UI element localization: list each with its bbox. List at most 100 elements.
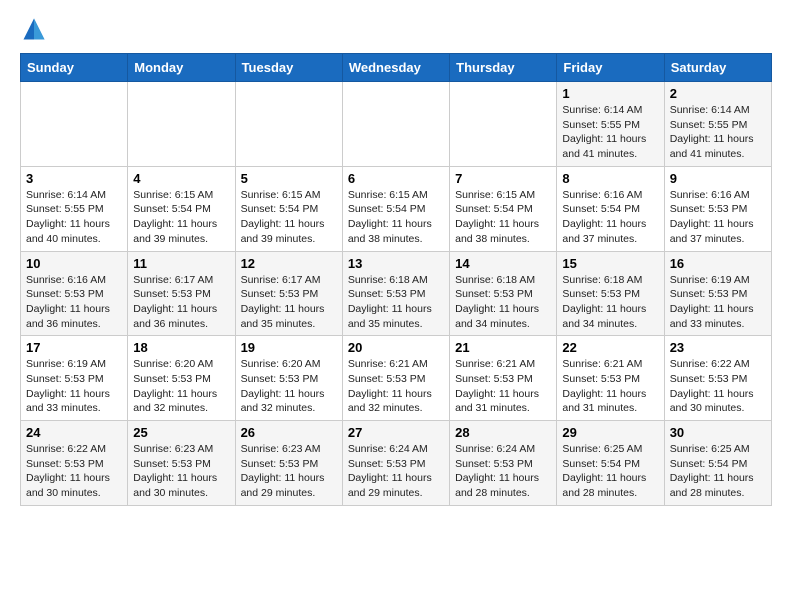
day-info: Sunrise: 6:15 AM Sunset: 5:54 PM Dayligh… xyxy=(133,188,229,247)
calendar-cell: 4 Sunrise: 6:15 AM Sunset: 5:54 PM Daylig… xyxy=(128,166,235,251)
calendar-header-row: SundayMondayTuesdayWednesdayThursdayFrid… xyxy=(21,54,772,82)
calendar-cell: 25Sunrise: 6:23 AM Sunset: 5:53 PM Dayli… xyxy=(128,421,235,506)
calendar-cell: 15 Sunrise: 6:18 AM Sunset: 5:53 PM Dayli… xyxy=(557,251,664,336)
day-number: 15 xyxy=(562,256,658,271)
day-number: 9 xyxy=(670,171,766,186)
day-info: Sunrise: 6:21 AM Sunset: 5:53 PM Dayligh… xyxy=(562,357,658,416)
day-number: 14 xyxy=(455,256,551,271)
day-info: Sunrise: 6:14 AM Sunset: 5:55 PM Dayligh… xyxy=(26,188,122,247)
day-info: Sunrise: 6:20 AM Sunset: 5:53 PM Dayligh… xyxy=(133,357,229,416)
calendar-cell: 18 Sunrise: 6:20 AM Sunset: 5:53 PM Dayli… xyxy=(128,336,235,421)
day-number: 30 xyxy=(670,425,766,440)
day-number: 12 xyxy=(241,256,337,271)
day-number: 5 xyxy=(241,171,337,186)
day-number: 18 xyxy=(133,340,229,355)
day-number: 27 xyxy=(348,425,444,440)
day-number: 4 xyxy=(133,171,229,186)
calendar-cell: 23 Sunrise: 6:22 AM Sunset: 5:53 PM Dayli… xyxy=(664,336,771,421)
calendar-cell: 9 Sunrise: 6:16 AM Sunset: 5:53 PM Daylig… xyxy=(664,166,771,251)
day-number: 13 xyxy=(348,256,444,271)
day-info: Sunrise: 6:21 AM Sunset: 5:53 PM Dayligh… xyxy=(348,357,444,416)
calendar-cell: 29 Sunrise: 6:25 AM Sunset: 5:54 PM Dayli… xyxy=(557,421,664,506)
day-info: Sunrise: 6:15 AM Sunset: 5:54 PM Dayligh… xyxy=(455,188,551,247)
calendar-cell: 11 Sunrise: 6:17 AM Sunset: 5:53 PM Dayli… xyxy=(128,251,235,336)
day-number: 26 xyxy=(241,425,337,440)
day-number: 24 xyxy=(26,425,122,440)
calendar-cell: 10 Sunrise: 6:16 AM Sunset: 5:53 PM Dayli… xyxy=(21,251,128,336)
calendar-cell: 26 Sunrise: 6:23 AM Sunset: 5:53 PM Dayli… xyxy=(235,421,342,506)
day-number: 16 xyxy=(670,256,766,271)
day-number: 22 xyxy=(562,340,658,355)
calendar-cell: 5 Sunrise: 6:15 AM Sunset: 5:54 PM Daylig… xyxy=(235,166,342,251)
logo xyxy=(20,15,52,43)
day-info: Sunrise: 6:19 AM Sunset: 5:53 PM Dayligh… xyxy=(670,273,766,332)
weekday-header: Friday xyxy=(557,54,664,82)
weekday-header: Sunday xyxy=(21,54,128,82)
calendar-table: SundayMondayTuesdayWednesdayThursdayFrid… xyxy=(20,53,772,506)
day-number: 29 xyxy=(562,425,658,440)
calendar-cell: 21 Sunrise: 6:21 AM Sunset: 5:53 PM Dayli… xyxy=(450,336,557,421)
day-info: Sunrise: 6:25 AM Sunset: 5:54 PM Dayligh… xyxy=(562,442,658,501)
weekday-header: Saturday xyxy=(664,54,771,82)
day-info: Sunrise: 6:25 AM Sunset: 5:54 PM Dayligh… xyxy=(670,442,766,501)
day-info: Sunrise: 6:16 AM Sunset: 5:53 PM Dayligh… xyxy=(670,188,766,247)
day-number: 10 xyxy=(26,256,122,271)
calendar-cell: 27 Sunrise: 6:24 AM Sunset: 5:53 PM Dayli… xyxy=(342,421,449,506)
day-info: Sunrise: 6:24 AM Sunset: 5:53 PM Dayligh… xyxy=(455,442,551,501)
calendar-cell: 3 Sunrise: 6:14 AM Sunset: 5:55 PM Daylig… xyxy=(21,166,128,251)
weekday-header: Thursday xyxy=(450,54,557,82)
day-number: 8 xyxy=(562,171,658,186)
day-info: Sunrise: 6:24 AM Sunset: 5:53 PM Dayligh… xyxy=(348,442,444,501)
day-info: Sunrise: 6:21 AM Sunset: 5:53 PM Dayligh… xyxy=(455,357,551,416)
calendar-cell: 22 Sunrise: 6:21 AM Sunset: 5:53 PM Dayli… xyxy=(557,336,664,421)
day-info: Sunrise: 6:16 AM Sunset: 5:54 PM Dayligh… xyxy=(562,188,658,247)
calendar-cell: 8 Sunrise: 6:16 AM Sunset: 5:54 PM Daylig… xyxy=(557,166,664,251)
calendar-cell: 13 Sunrise: 6:18 AM Sunset: 5:53 PM Dayli… xyxy=(342,251,449,336)
calendar-cell xyxy=(21,82,128,167)
day-info: Sunrise: 6:22 AM Sunset: 5:53 PM Dayligh… xyxy=(670,357,766,416)
day-number: 20 xyxy=(348,340,444,355)
day-number: 17 xyxy=(26,340,122,355)
day-number: 23 xyxy=(670,340,766,355)
calendar-cell: 1Sunrise: 6:14 AM Sunset: 5:55 PM Daylig… xyxy=(557,82,664,167)
day-info: Sunrise: 6:18 AM Sunset: 5:53 PM Dayligh… xyxy=(562,273,658,332)
calendar-cell: 30 Sunrise: 6:25 AM Sunset: 5:54 PM Dayli… xyxy=(664,421,771,506)
calendar-week-row: 17 Sunrise: 6:19 AM Sunset: 5:53 PM Dayli… xyxy=(21,336,772,421)
weekday-header: Monday xyxy=(128,54,235,82)
page: SundayMondayTuesdayWednesdayThursdayFrid… xyxy=(0,0,792,526)
calendar-cell: 14Sunrise: 6:18 AM Sunset: 5:53 PM Dayli… xyxy=(450,251,557,336)
day-number: 21 xyxy=(455,340,551,355)
day-info: Sunrise: 6:17 AM Sunset: 5:53 PM Dayligh… xyxy=(241,273,337,332)
weekday-header: Wednesday xyxy=(342,54,449,82)
day-info: Sunrise: 6:14 AM Sunset: 5:55 PM Dayligh… xyxy=(670,103,766,162)
day-number: 2 xyxy=(670,86,766,101)
day-info: Sunrise: 6:23 AM Sunset: 5:53 PM Dayligh… xyxy=(133,442,229,501)
header xyxy=(20,15,772,43)
calendar-cell: 6 Sunrise: 6:15 AM Sunset: 5:54 PM Daylig… xyxy=(342,166,449,251)
day-info: Sunrise: 6:18 AM Sunset: 5:53 PM Dayligh… xyxy=(348,273,444,332)
calendar-cell: 16 Sunrise: 6:19 AM Sunset: 5:53 PM Dayli… xyxy=(664,251,771,336)
day-info: Sunrise: 6:16 AM Sunset: 5:53 PM Dayligh… xyxy=(26,273,122,332)
calendar-week-row: 1Sunrise: 6:14 AM Sunset: 5:55 PM Daylig… xyxy=(21,82,772,167)
calendar-cell: 24Sunrise: 6:22 AM Sunset: 5:53 PM Dayli… xyxy=(21,421,128,506)
day-number: 11 xyxy=(133,256,229,271)
calendar-week-row: 3 Sunrise: 6:14 AM Sunset: 5:55 PM Daylig… xyxy=(21,166,772,251)
day-number: 7 xyxy=(455,171,551,186)
day-info: Sunrise: 6:23 AM Sunset: 5:53 PM Dayligh… xyxy=(241,442,337,501)
day-info: Sunrise: 6:15 AM Sunset: 5:54 PM Dayligh… xyxy=(241,188,337,247)
day-info: Sunrise: 6:19 AM Sunset: 5:53 PM Dayligh… xyxy=(26,357,122,416)
calendar-cell: 7 Sunrise: 6:15 AM Sunset: 5:54 PM Daylig… xyxy=(450,166,557,251)
day-info: Sunrise: 6:17 AM Sunset: 5:53 PM Dayligh… xyxy=(133,273,229,332)
day-info: Sunrise: 6:15 AM Sunset: 5:54 PM Dayligh… xyxy=(348,188,444,247)
calendar-cell: 17 Sunrise: 6:19 AM Sunset: 5:53 PM Dayli… xyxy=(21,336,128,421)
weekday-header: Tuesday xyxy=(235,54,342,82)
day-number: 19 xyxy=(241,340,337,355)
day-info: Sunrise: 6:14 AM Sunset: 5:55 PM Dayligh… xyxy=(562,103,658,162)
day-number: 28 xyxy=(455,425,551,440)
calendar-cell xyxy=(235,82,342,167)
day-number: 6 xyxy=(348,171,444,186)
calendar-cell xyxy=(450,82,557,167)
calendar-week-row: 24Sunrise: 6:22 AM Sunset: 5:53 PM Dayli… xyxy=(21,421,772,506)
day-info: Sunrise: 6:20 AM Sunset: 5:53 PM Dayligh… xyxy=(241,357,337,416)
day-number: 3 xyxy=(26,171,122,186)
